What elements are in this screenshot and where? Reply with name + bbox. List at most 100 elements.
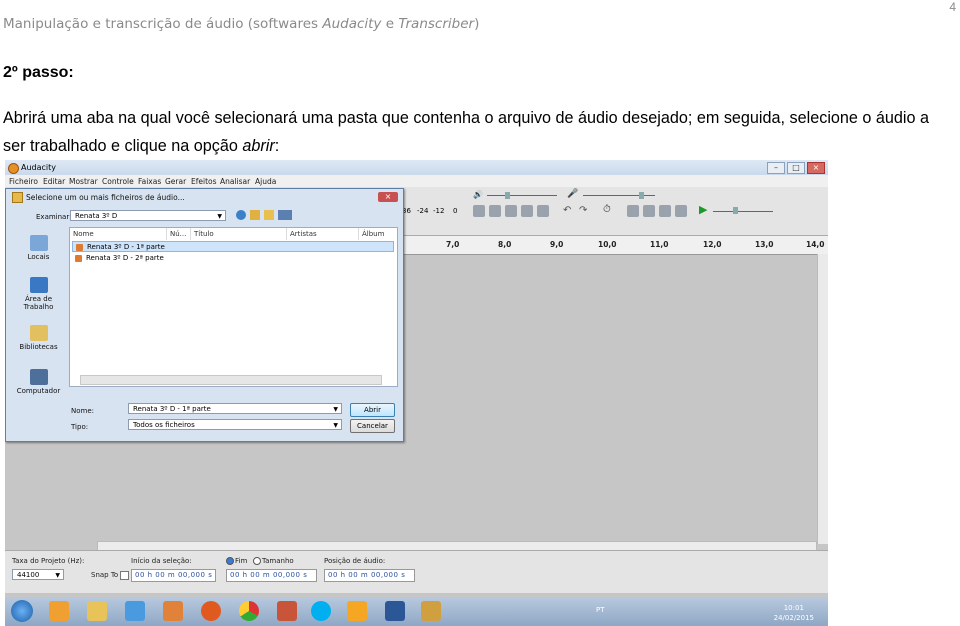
- zoom-out-icon[interactable]: [643, 205, 655, 217]
- desktop-icon: [29, 277, 48, 293]
- copy-icon[interactable]: [505, 205, 517, 217]
- filename-field[interactable]: Renata 3º D - 1ª parte ▼: [128, 403, 342, 414]
- menu-efeitos[interactable]: Efeitos: [191, 177, 217, 186]
- meter-label-24: -24: [417, 207, 429, 215]
- zoom-in-icon[interactable]: [627, 205, 639, 217]
- menu-mostrar[interactable]: Mostrar: [69, 177, 98, 186]
- column-number[interactable]: Nú...: [167, 228, 191, 240]
- ruler-tick: 12,0: [703, 240, 722, 249]
- page-number: 4: [949, 0, 956, 14]
- paragraph-line-2: ser trabalhado e clique na opção abrir:: [3, 132, 960, 160]
- audio-position-field[interactable]: 00 h 00 m 00,000 s: [324, 569, 415, 582]
- trim-icon[interactable]: [473, 205, 485, 217]
- header-text: Manipulação e transcrição de áudio (soft…: [3, 16, 323, 32]
- minimize-button[interactable]: –: [767, 162, 785, 174]
- column-album[interactable]: Álbum: [359, 228, 397, 240]
- input-volume-slider[interactable]: [583, 195, 655, 196]
- skype-icon[interactable]: [311, 601, 331, 621]
- up-folder-icon[interactable]: [250, 210, 260, 220]
- dialog-close-button[interactable]: ×: [378, 192, 398, 202]
- length-label: Tamanho: [262, 557, 294, 565]
- firefox-icon[interactable]: [201, 601, 221, 621]
- computer-icon: [29, 369, 48, 385]
- meter-label-0: 0: [453, 207, 458, 215]
- look-in-label: Examinar:: [36, 213, 72, 221]
- file-row[interactable]: Renata 3º D - 2ª parte: [72, 253, 394, 264]
- end-label: Fim: [235, 557, 248, 565]
- menu-controle[interactable]: Controle: [102, 177, 134, 186]
- libraries-icon: [29, 325, 48, 341]
- cut-icon[interactable]: [489, 205, 501, 217]
- menu-analisar[interactable]: Analisar: [220, 177, 250, 186]
- file-list-hscroll[interactable]: [80, 375, 382, 385]
- header-audacity: Audacity: [322, 16, 382, 32]
- place-desktop[interactable]: Área de Trabalho: [10, 277, 67, 311]
- selection-end-field[interactable]: 00 h 00 m 00,000 s: [226, 569, 317, 582]
- menu-ficheiro[interactable]: Ficheiro: [9, 177, 38, 186]
- media-player-icon[interactable]: [163, 601, 183, 621]
- step-title: 2º passo:: [3, 64, 74, 81]
- internet-explorer-icon[interactable]: [125, 601, 145, 621]
- undo-icon[interactable]: ↶: [563, 205, 571, 216]
- security-icon[interactable]: [421, 601, 441, 621]
- maximize-button[interactable]: □: [787, 162, 805, 174]
- place-computer[interactable]: Computador: [10, 369, 67, 395]
- output-volume-thumb[interactable]: [505, 192, 510, 199]
- project-rate-label: Taxa do Projeto (Hz):: [12, 557, 85, 565]
- place-label: Bibliotecas: [19, 343, 58, 351]
- length-radio[interactable]: [253, 557, 261, 565]
- dialog-title: Selecione um ou mais ficheiros de áudio.…: [26, 193, 185, 202]
- redo-icon[interactable]: ↷: [579, 205, 587, 216]
- file-type-select[interactable]: Todos os ficheiros ▼: [128, 419, 342, 430]
- header-and: e: [381, 16, 399, 32]
- app-icon[interactable]: [277, 601, 297, 621]
- menu-faixas[interactable]: Faixas: [138, 177, 161, 186]
- window-titlebar: Audacity – □ ×: [5, 160, 828, 175]
- chrome-icon[interactable]: [239, 601, 259, 621]
- audacity-taskbar-icon[interactable]: [347, 601, 367, 621]
- menu-gerar[interactable]: Gerar: [165, 177, 186, 186]
- snap-to-checkbox[interactable]: [120, 571, 129, 580]
- speaker-icon: 🔊: [473, 190, 483, 199]
- close-button[interactable]: ×: [807, 162, 825, 174]
- play-at-speed-icon[interactable]: ▶: [699, 203, 707, 216]
- look-in-select[interactable]: Renata 3º D ▼: [70, 210, 226, 221]
- vertical-scrollbar[interactable]: [817, 254, 828, 544]
- new-folder-icon[interactable]: [264, 210, 274, 220]
- line2-abrir: abrir: [242, 137, 275, 155]
- fit-project-icon[interactable]: [675, 205, 687, 217]
- word-icon[interactable]: [385, 601, 405, 621]
- sync-lock-icon[interactable]: ⏱: [603, 204, 611, 215]
- ruler-tick: 10,0: [598, 240, 617, 249]
- back-icon[interactable]: [236, 210, 246, 220]
- play-speed-slider[interactable]: [713, 211, 773, 212]
- folder-icon[interactable]: [87, 601, 107, 621]
- taskbar-app-icon[interactable]: [49, 601, 69, 621]
- selection-start-field[interactable]: 00 h 00 m 00,000 s: [131, 569, 216, 582]
- silence-icon[interactable]: [537, 205, 549, 217]
- open-button[interactable]: Abrir: [350, 403, 395, 417]
- end-radio[interactable]: [226, 557, 234, 565]
- column-name[interactable]: Nome: [70, 228, 167, 240]
- file-row-selected[interactable]: Renata 3º D - 1ª parte: [72, 241, 394, 252]
- paste-icon[interactable]: [521, 205, 533, 217]
- column-title[interactable]: Título: [191, 228, 287, 240]
- view-menu-icon[interactable]: [278, 210, 292, 220]
- place-libraries[interactable]: Bibliotecas: [10, 325, 67, 351]
- snap-to-label: Snap To: [91, 571, 119, 579]
- menu-editar[interactable]: Editar: [43, 177, 65, 186]
- play-speed-thumb[interactable]: [733, 207, 738, 214]
- start-button[interactable]: [11, 600, 33, 622]
- fit-selection-icon[interactable]: [659, 205, 671, 217]
- output-volume-slider[interactable]: [487, 195, 557, 196]
- menu-ajuda[interactable]: Ajuda: [255, 177, 276, 186]
- language-indicator[interactable]: PT: [596, 606, 605, 614]
- place-locais[interactable]: Locais: [10, 235, 67, 261]
- cancel-button[interactable]: Cancelar: [350, 419, 395, 433]
- column-artists[interactable]: Artistas participant...: [287, 228, 359, 250]
- project-rate-select[interactable]: 44100 ▼: [12, 569, 64, 580]
- audacity-screenshot: Audacity – □ × Ficheiro Editar Mostrar C…: [5, 160, 828, 626]
- file-name: Renata 3º D - 1ª parte: [87, 243, 165, 251]
- input-volume-thumb[interactable]: [639, 192, 644, 199]
- clock[interactable]: 10:01 24/02/2015: [774, 603, 814, 623]
